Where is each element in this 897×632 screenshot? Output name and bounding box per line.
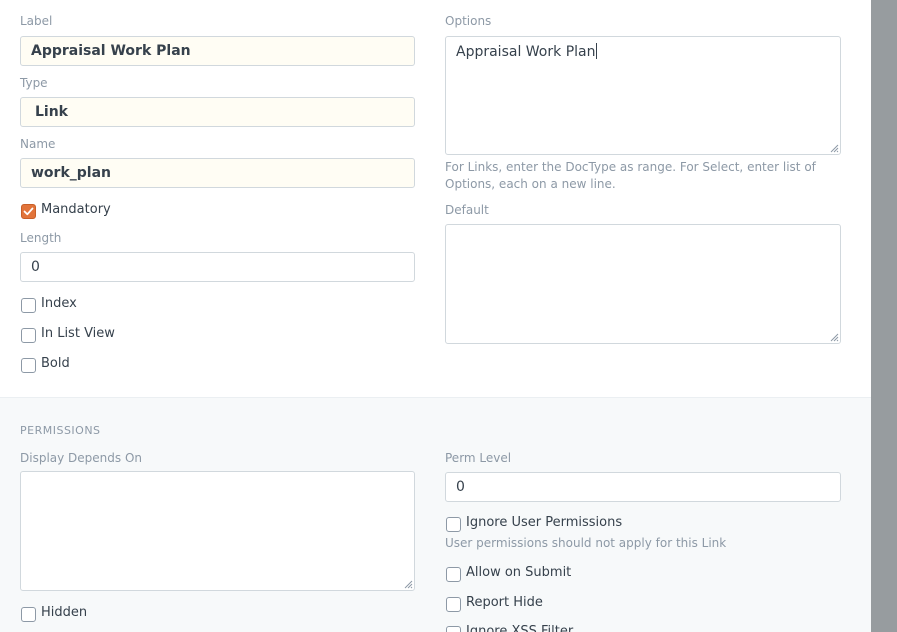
bold-label: Bold bbox=[41, 356, 70, 371]
index-label: Index bbox=[41, 296, 77, 311]
bold-checkbox[interactable] bbox=[21, 358, 36, 373]
length-caption: Length bbox=[20, 231, 62, 245]
ignore-xss-filter-row[interactable]: Ignore XSS Filter bbox=[446, 623, 573, 632]
allow-on-submit-checkbox[interactable] bbox=[446, 567, 461, 582]
ignore-user-permissions-help: User permissions should not apply for th… bbox=[445, 536, 727, 550]
in-list-view-label: In List View bbox=[41, 326, 115, 341]
report-hide-checkbox[interactable] bbox=[446, 597, 461, 612]
allow-on-submit-row[interactable]: Allow on Submit bbox=[446, 564, 571, 582]
options-textarea[interactable]: Appraisal Work Plan bbox=[445, 36, 841, 155]
type-caption: Type bbox=[20, 76, 48, 90]
hidden-checkbox[interactable] bbox=[21, 607, 36, 622]
options-text: Appraisal Work Plan bbox=[456, 44, 596, 60]
permissions-section: PERMISSIONS Display Depends On Hidden Pe… bbox=[0, 397, 871, 632]
field-settings-form: Label Appraisal Work Plan Type Link Name… bbox=[0, 0, 871, 632]
type-select[interactable]: Link bbox=[20, 97, 415, 127]
report-hide-label: Report Hide bbox=[466, 595, 543, 610]
label-input[interactable]: Appraisal Work Plan bbox=[20, 36, 415, 66]
ignore-user-permissions-checkbox[interactable] bbox=[446, 517, 461, 532]
resize-handle-icon[interactable] bbox=[404, 580, 413, 589]
in-list-view-checkbox[interactable] bbox=[21, 328, 36, 343]
permissions-heading: PERMISSIONS bbox=[20, 424, 101, 437]
default-textarea[interactable] bbox=[445, 224, 841, 344]
resize-handle-icon[interactable] bbox=[830, 144, 839, 153]
options-help-text: For Links, enter the DocType as range. F… bbox=[445, 160, 816, 191]
display-depends-on-caption: Display Depends On bbox=[20, 451, 143, 465]
ignore-user-permissions-label: Ignore User Permissions bbox=[466, 515, 623, 530]
perm-level-input[interactable]: 0 bbox=[445, 472, 841, 502]
index-checkbox[interactable] bbox=[21, 298, 36, 313]
check-icon bbox=[23, 207, 34, 216]
resize-handle-icon[interactable] bbox=[830, 333, 839, 342]
name-input[interactable]: work_plan bbox=[20, 158, 415, 188]
hidden-label: Hidden bbox=[41, 605, 88, 620]
mandatory-label: Mandatory bbox=[41, 202, 111, 217]
label-caption: Label bbox=[20, 14, 53, 28]
length-input[interactable]: 0 bbox=[20, 252, 415, 282]
mandatory-checkbox[interactable] bbox=[21, 204, 36, 219]
ignore-user-permissions-row[interactable]: Ignore User Permissions bbox=[446, 514, 622, 532]
bold-row[interactable]: Bold bbox=[21, 355, 70, 373]
ignore-xss-filter-checkbox[interactable] bbox=[446, 626, 461, 632]
options-caption: Options bbox=[445, 14, 492, 28]
allow-on-submit-label: Allow on Submit bbox=[466, 565, 572, 580]
text-caret bbox=[596, 43, 598, 59]
page-scrollbar[interactable] bbox=[871, 0, 897, 632]
mandatory-row[interactable]: Mandatory bbox=[21, 201, 111, 219]
in-list-view-row[interactable]: In List View bbox=[21, 325, 115, 343]
display-depends-on-textarea[interactable] bbox=[20, 471, 415, 591]
name-caption: Name bbox=[20, 137, 56, 151]
ignore-xss-filter-label: Ignore XSS Filter bbox=[466, 624, 574, 632]
index-row[interactable]: Index bbox=[21, 295, 77, 313]
report-hide-row[interactable]: Report Hide bbox=[446, 594, 543, 612]
default-caption: Default bbox=[445, 203, 489, 217]
hidden-row[interactable]: Hidden bbox=[21, 604, 87, 622]
perm-level-caption: Perm Level bbox=[445, 451, 512, 465]
